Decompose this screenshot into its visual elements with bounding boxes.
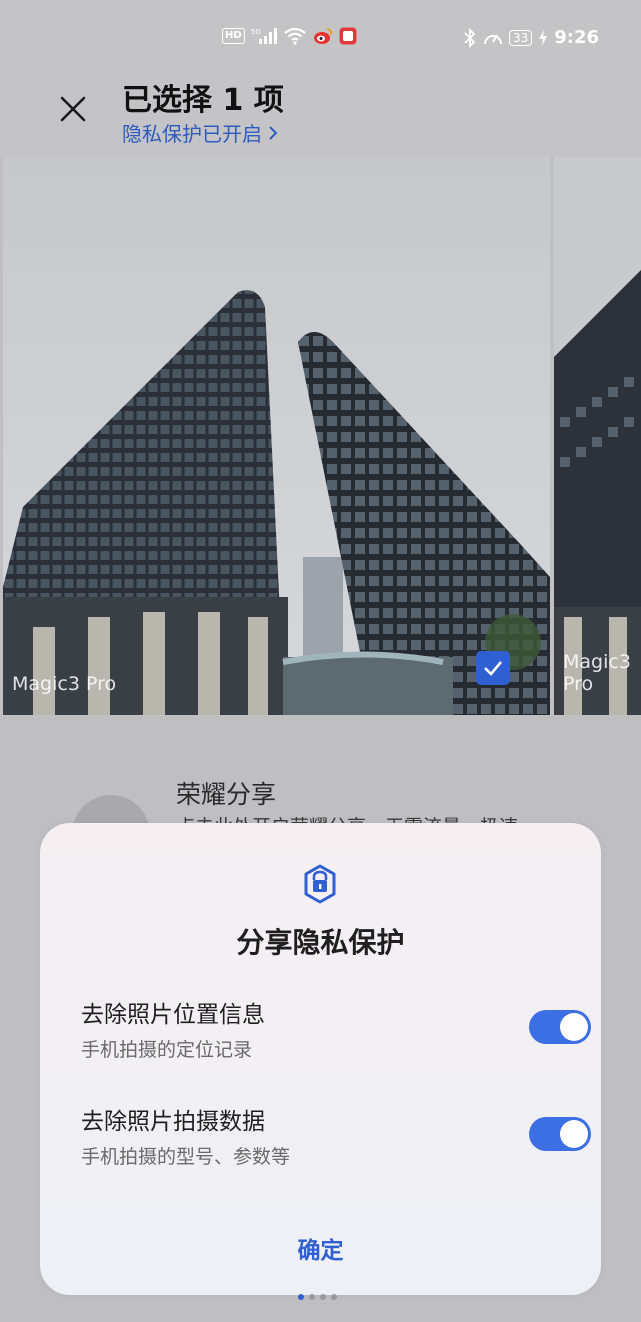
- charging-icon: [539, 29, 548, 46]
- svg-text:5G: 5G: [251, 28, 261, 36]
- wifi-icon: [283, 27, 306, 45]
- status-bar-right: 33 9:26: [463, 27, 599, 48]
- 5g-signal-icon: 5G: [251, 28, 277, 44]
- photo-watermark: Magic3 Pro: [12, 673, 117, 695]
- privacy-lock-icon: [304, 864, 336, 904]
- option-title: 去除照片拍摄数据: [81, 1109, 265, 1135]
- privacy-status-label: 隐私保护已开启: [122, 122, 262, 146]
- toggle-knob: [560, 1013, 588, 1041]
- selected-checkbox[interactable]: [476, 651, 510, 685]
- privacy-dialog: 分享隐私保护 去除照片位置信息 手机拍摄的定位记录 去除照片拍摄数据 手机拍摄的…: [40, 823, 601, 1295]
- photo-watermark-next: Magic3 Pro: [563, 651, 631, 695]
- option-remove-shooting-data: 去除照片拍摄数据 手机拍摄的型号、参数等: [81, 1102, 591, 1172]
- privacy-status-link[interactable]: 隐私保护已开启: [122, 118, 278, 147]
- status-time: 9:26: [554, 27, 599, 48]
- page-dot: [298, 1294, 304, 1300]
- top-bar: 已选择 1 项 隐私保护已开启: [0, 72, 641, 157]
- speedometer-icon: [483, 34, 502, 44]
- photo-thumbnail-selected[interactable]: Magic3 Pro: [3, 157, 550, 715]
- page-dot: [309, 1294, 315, 1300]
- chevron-right-icon: [269, 125, 278, 140]
- building-photo-partial: [554, 157, 641, 715]
- page-title: 已选择 1 项: [122, 83, 284, 118]
- status-bar: HD 5G 33 9:26: [0, 0, 641, 72]
- close-icon[interactable]: [56, 92, 90, 126]
- app-icon: [339, 27, 357, 45]
- option-title: 去除照片位置信息: [81, 1002, 265, 1028]
- photo-gallery: Magic3 Pro Magic3 Pro: [0, 157, 641, 717]
- remove-location-toggle[interactable]: [529, 1010, 591, 1044]
- battery-indicator: 33: [508, 29, 533, 46]
- option-remove-location: 去除照片位置信息 手机拍摄的定位记录: [81, 995, 591, 1065]
- remove-shooting-data-toggle[interactable]: [529, 1117, 591, 1151]
- hd-icon: HD: [222, 28, 245, 44]
- option-desc: 手机拍摄的定位记录: [81, 1039, 253, 1061]
- checkmark-icon: [484, 661, 502, 676]
- status-bar-left: HD 5G: [222, 27, 357, 45]
- confirm-button[interactable]: 确定: [40, 1231, 601, 1265]
- page-indicator: [298, 1294, 337, 1300]
- dialog-title: 分享隐私保护: [236, 926, 405, 959]
- weibo-icon: [313, 28, 332, 44]
- photo-thumbnail-next[interactable]: Magic3 Pro: [554, 157, 641, 715]
- honor-share-title[interactable]: 荣耀分享: [176, 775, 276, 811]
- building-photo: [3, 157, 550, 715]
- bluetooth-icon: [464, 27, 476, 48]
- option-desc: 手机拍摄的型号、参数等: [81, 1146, 291, 1168]
- page-dot: [320, 1294, 326, 1300]
- page-dot: [331, 1294, 337, 1300]
- toggle-knob: [560, 1120, 588, 1148]
